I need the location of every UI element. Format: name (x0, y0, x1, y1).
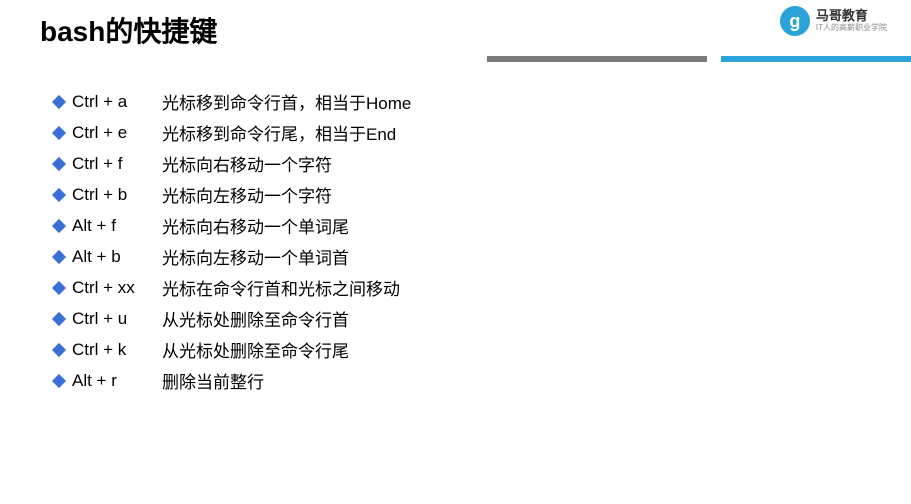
list-item: Ctrl + xx 光标在命令行首和光标之间移动 (54, 272, 911, 303)
logo-text: 马哥教育 IT人的高薪职业学院 (816, 9, 887, 32)
brand-logo: g 马哥教育 IT人的高薪职业学院 (780, 6, 887, 36)
list-item: Ctrl + k 从光标处删除至命令行尾 (54, 334, 911, 365)
shortcut-desc: 光标向左移动一个字符 (162, 182, 911, 207)
shortcut-desc: 从光标处删除至命令行首 (162, 306, 911, 331)
shortcut-desc: 光标向右移动一个单词尾 (162, 213, 911, 238)
logo-line1: 马哥教育 (816, 9, 887, 23)
shortcut-desc: 从光标处删除至命令行尾 (162, 337, 911, 362)
shortcut-key: Alt + b (72, 247, 162, 267)
list-item: Alt + r 删除当前整行 (54, 365, 911, 396)
list-item: Ctrl + u 从光标处删除至命令行首 (54, 303, 911, 334)
list-item: Alt + b 光标向左移动一个单词首 (54, 241, 911, 272)
shortcut-desc: 光标移到命令行首，相当于Home (162, 89, 911, 114)
bullet-icon (52, 280, 66, 294)
bullet-icon (52, 94, 66, 108)
bullet-icon (52, 249, 66, 263)
shortcut-list: Ctrl + a 光标移到命令行首，相当于Home Ctrl + e 光标移到命… (0, 62, 911, 396)
bullet-icon (52, 125, 66, 139)
shortcut-desc: 光标在命令行首和光标之间移动 (162, 275, 911, 300)
shortcut-key: Ctrl + a (72, 92, 162, 112)
list-item: Alt + f 光标向右移动一个单词尾 (54, 210, 911, 241)
logo-line2: IT人的高薪职业学院 (816, 24, 887, 33)
bullet-icon (52, 373, 66, 387)
bullet-icon (52, 156, 66, 170)
shortcut-desc: 光标向右移动一个字符 (162, 151, 911, 176)
list-item: Ctrl + a 光标移到命令行首，相当于Home (54, 86, 911, 117)
shortcut-key: Ctrl + k (72, 340, 162, 360)
page-title: bash的快捷键 (40, 10, 871, 50)
bullet-icon (52, 342, 66, 356)
bar-blue (721, 56, 911, 62)
bullet-icon (52, 218, 66, 232)
shortcut-key: Ctrl + b (72, 185, 162, 205)
accent-bar (0, 56, 911, 62)
bar-gray (487, 56, 707, 62)
shortcut-key: Ctrl + e (72, 123, 162, 143)
shortcut-desc: 光标移到命令行尾，相当于End (162, 120, 911, 145)
header: bash的快捷键 g 马哥教育 IT人的高薪职业学院 (0, 0, 911, 62)
shortcut-key: Ctrl + xx (72, 278, 162, 298)
shortcut-key: Ctrl + f (72, 154, 162, 174)
shortcut-desc: 光标向左移动一个单词首 (162, 244, 911, 269)
shortcut-desc: 删除当前整行 (162, 368, 911, 393)
logo-icon: g (780, 6, 810, 36)
list-item: Ctrl + f 光标向右移动一个字符 (54, 148, 911, 179)
bullet-icon (52, 187, 66, 201)
shortcut-key: Alt + r (72, 371, 162, 391)
bullet-icon (52, 311, 66, 325)
list-item: Ctrl + e 光标移到命令行尾，相当于End (54, 117, 911, 148)
shortcut-key: Alt + f (72, 216, 162, 236)
list-item: Ctrl + b 光标向左移动一个字符 (54, 179, 911, 210)
shortcut-key: Ctrl + u (72, 309, 162, 329)
